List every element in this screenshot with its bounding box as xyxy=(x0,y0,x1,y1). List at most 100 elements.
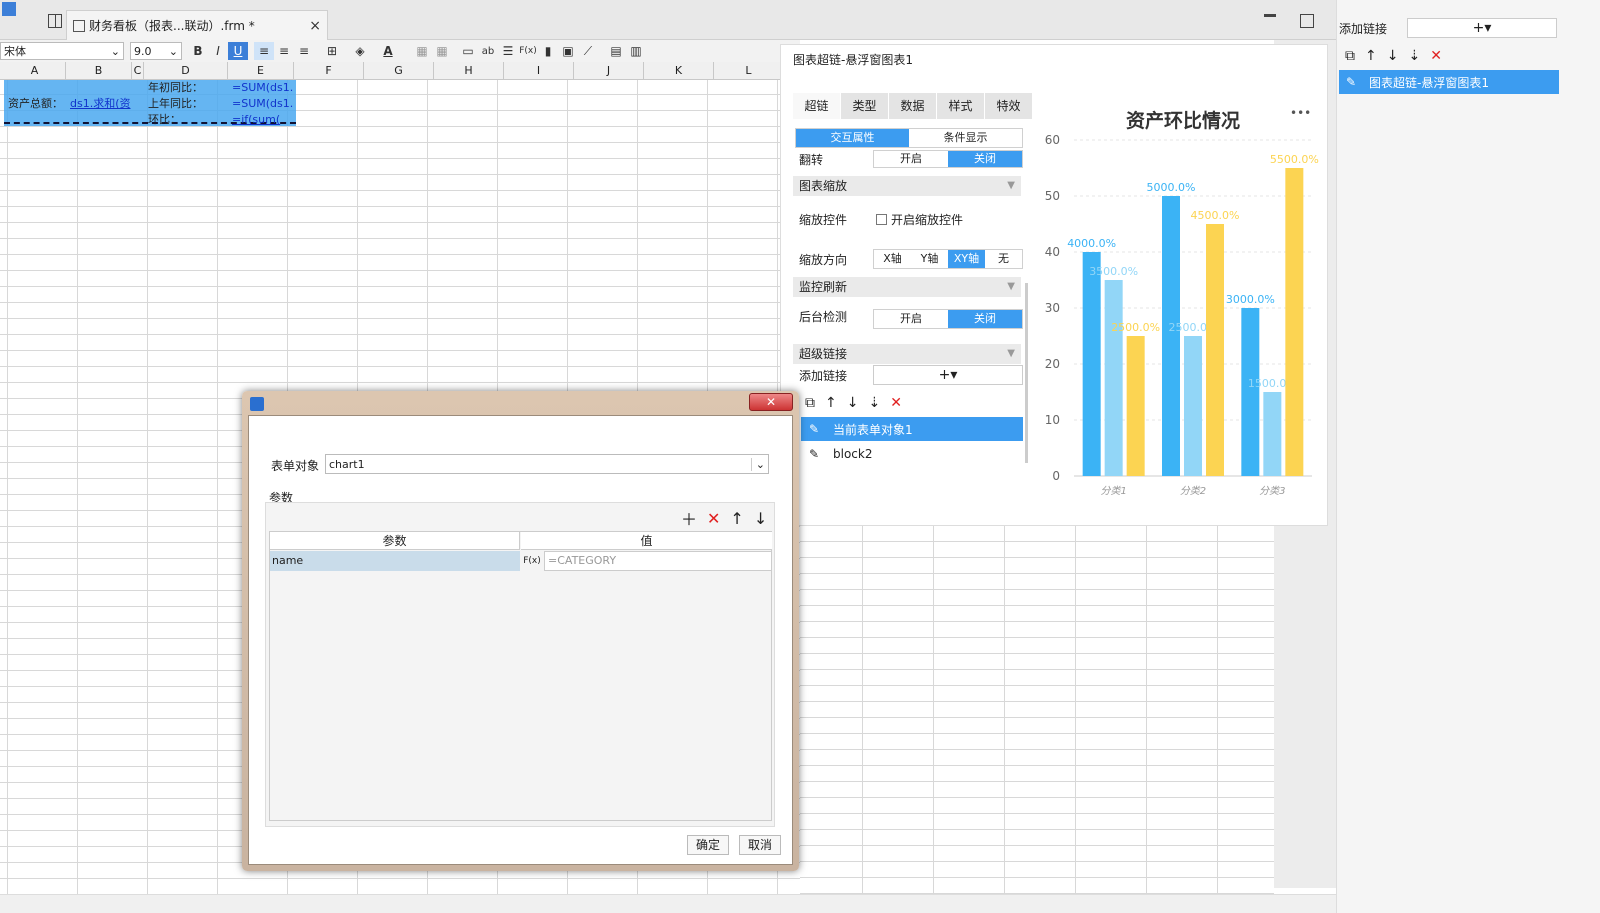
bg-check-on[interactable]: 开启 xyxy=(874,310,948,328)
param-name-cell[interactable]: name xyxy=(270,551,520,571)
column-header-l[interactable]: L xyxy=(714,62,784,80)
layout-icon[interactable] xyxy=(1300,14,1314,28)
copy-icon[interactable]: ⧉ xyxy=(805,395,815,411)
tab-data[interactable]: 数据 xyxy=(889,93,937,119)
unmerge-cell-icon[interactable]: ▦ xyxy=(432,42,452,60)
data-label: 2500.0% xyxy=(1111,321,1160,334)
underline-button[interactable]: U xyxy=(228,42,248,60)
fill-color-icon[interactable]: ◈ xyxy=(350,42,370,60)
add-icon[interactable]: ＋ xyxy=(681,506,697,530)
zoom-dir-none[interactable]: 无 xyxy=(985,250,1022,268)
arrow-up-icon[interactable]: ↑ xyxy=(825,395,837,411)
add-link-button[interactable]: +▾ xyxy=(873,365,1023,385)
cell-e2[interactable]: =SUM(ds1. xyxy=(230,96,296,112)
cell-d2[interactable]: 上年同比： xyxy=(146,96,228,112)
column-header-h[interactable]: H xyxy=(434,62,504,80)
text-icon[interactable]: ab xyxy=(478,42,498,60)
font-size-select[interactable]: 9.0 ⌄ xyxy=(130,42,182,60)
y-tick-label: 40 xyxy=(1045,245,1060,259)
align-left-icon[interactable]: ≡ xyxy=(254,42,274,60)
slash-icon[interactable]: ⟋ xyxy=(578,42,598,60)
column-header-e[interactable]: E xyxy=(228,62,294,80)
dialog-close-button[interactable]: ✕ xyxy=(749,393,793,411)
sort-icon[interactable]: ⇣ xyxy=(1408,48,1420,64)
column-header-j[interactable]: J xyxy=(574,62,644,80)
cell-d1[interactable]: 年初同比： xyxy=(146,80,228,96)
column-header-i[interactable]: I xyxy=(504,62,574,80)
align-center-icon[interactable]: ≡ xyxy=(274,42,294,60)
tab-hyperlink[interactable]: 超链 xyxy=(793,93,841,119)
flip-on[interactable]: 开启 xyxy=(874,151,948,167)
cell-b2[interactable]: ds1.求和(资 xyxy=(68,96,134,112)
checkbox-label: 开启缩放控件 xyxy=(891,213,964,227)
cell-d3[interactable]: 环比： xyxy=(146,112,228,128)
section-chart-zoom[interactable]: 图表缩放 ▼ xyxy=(793,176,1021,196)
merge-cell-icon[interactable]: ▦ xyxy=(412,42,432,60)
align-right-icon[interactable]: ≡ xyxy=(294,42,314,60)
arrow-down-icon[interactable]: ↓ xyxy=(847,395,859,411)
cell-e3[interactable]: =if(sum( xyxy=(230,112,296,128)
grid-icon[interactable] xyxy=(48,14,62,28)
subtab-interaction[interactable]: 交互属性 xyxy=(796,129,909,147)
link-item-1[interactable]: ✎ 当前表单对象1 xyxy=(801,417,1023,441)
ok-button[interactable]: 确定 xyxy=(687,835,729,855)
zoom-dir-y[interactable]: Y轴 xyxy=(911,250,948,268)
spreadsheet-grid-continued[interactable] xyxy=(800,525,1274,900)
arrow-down-icon[interactable]: ↓ xyxy=(1387,48,1399,64)
font-color-icon[interactable]: A xyxy=(378,42,398,60)
subtab-condition[interactable]: 条件显示 xyxy=(909,129,1022,147)
insert-chart-icon[interactable]: ▮ xyxy=(538,42,558,60)
column-header-d[interactable]: D xyxy=(144,62,228,80)
cancel-button[interactable]: 取消 xyxy=(739,835,781,855)
formula-button[interactable]: F(x) xyxy=(518,42,538,60)
delete-icon[interactable]: ✕ xyxy=(890,395,902,411)
zoom-control-checkbox[interactable]: 开启缩放控件 xyxy=(876,211,963,228)
panel-icon[interactable]: ▤ xyxy=(606,42,626,60)
close-tab-icon[interactable]: × xyxy=(309,18,321,34)
link-item-2[interactable]: ✎ block2 xyxy=(801,442,1023,466)
column-header-a[interactable]: A xyxy=(4,62,66,80)
bg-check-off[interactable]: 关闭 xyxy=(948,310,1022,328)
border-icon[interactable]: ⊞ xyxy=(322,42,342,60)
add-link-button[interactable]: +▾ xyxy=(1407,18,1557,38)
cell-a2[interactable]: 资产总额： xyxy=(6,96,68,112)
sort-icon[interactable]: ⇣ xyxy=(868,395,880,411)
link-item[interactable]: ✎ 图表超链-悬浮窗图表1 xyxy=(1339,70,1559,94)
formula-button[interactable]: F(x) xyxy=(522,551,542,571)
bold-button[interactable]: B xyxy=(188,42,208,60)
column-header-f[interactable]: F xyxy=(294,62,364,80)
zoom-dir-xy[interactable]: XY轴 xyxy=(948,250,985,268)
font-family-select[interactable]: 宋体 ⌄ xyxy=(0,42,124,60)
tab-type[interactable]: 类型 xyxy=(841,93,889,119)
column-header-g[interactable]: G xyxy=(364,62,434,80)
table-icon[interactable]: ▥ xyxy=(626,42,646,60)
column-header-b[interactable]: B xyxy=(66,62,132,80)
tab-style[interactable]: 样式 xyxy=(937,93,985,119)
flip-off[interactable]: 关闭 xyxy=(948,151,1022,167)
link-item-label: 图表超链-悬浮窗图表1 xyxy=(1369,75,1489,90)
insert-row-icon[interactable]: ▭ xyxy=(458,42,478,60)
tab-effects[interactable]: 特效 xyxy=(985,93,1033,119)
zoom-dir-x[interactable]: X轴 xyxy=(874,250,911,268)
document-tab[interactable]: 财务看板（报表...联动）.frm * × xyxy=(66,10,328,40)
collapse-icon[interactable] xyxy=(1264,14,1276,24)
cell-e1[interactable]: =SUM(ds1. xyxy=(230,80,296,96)
delete-icon[interactable]: ✕ xyxy=(1430,48,1442,64)
panel-scrollbar[interactable] xyxy=(1025,283,1028,463)
param-value-cell[interactable]: =CATEGORY xyxy=(544,551,772,571)
column-header-c[interactable]: C xyxy=(132,62,144,80)
copy-icon[interactable]: ⧉ xyxy=(1345,48,1355,64)
italic-button[interactable]: I xyxy=(208,42,228,60)
arrow-up-icon[interactable]: ↑ xyxy=(730,509,743,528)
insert-image-icon[interactable]: ▣ xyxy=(558,42,578,60)
delete-icon[interactable]: ✕ xyxy=(707,509,720,528)
paragraph-icon[interactable]: ☰ xyxy=(498,42,518,60)
chevron-down-icon: ⌄ xyxy=(168,44,178,58)
arrow-down-icon[interactable]: ↓ xyxy=(754,509,767,528)
arrow-up-icon[interactable]: ↑ xyxy=(1365,48,1377,64)
section-monitor-refresh[interactable]: 监控刷新 ▼ xyxy=(793,277,1021,297)
section-hyperlink[interactable]: 超级链接 ▼ xyxy=(793,344,1021,364)
form-object-select[interactable]: chart1 ⌄ xyxy=(325,454,769,474)
column-header-k[interactable]: K xyxy=(644,62,714,80)
flip-label: 翻转 xyxy=(799,153,824,167)
